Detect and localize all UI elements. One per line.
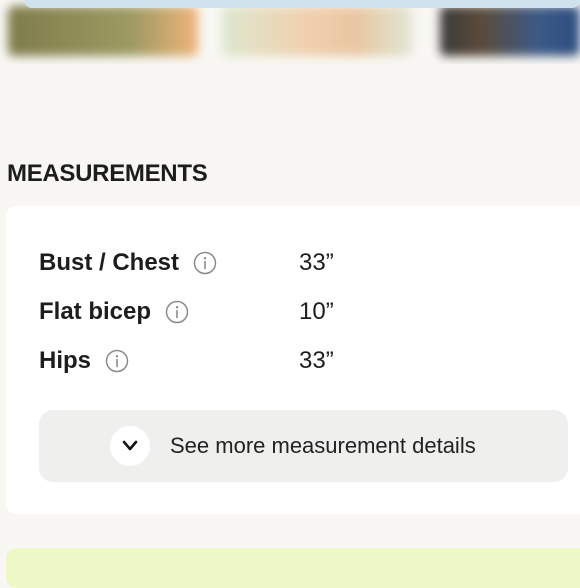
section-title: MEASUREMENTS <box>7 160 208 187</box>
see-more-measurements-button[interactable]: See more measurement details <box>39 410 568 482</box>
measurement-value: 10” <box>299 298 334 325</box>
measurement-row-hips: Hips <box>39 345 129 377</box>
measurement-value: 33” <box>299 249 334 276</box>
measurement-label: Flat bicep <box>39 298 152 325</box>
measurement-label: Bust / Chest <box>39 249 180 276</box>
measurement-value: 33” <box>299 347 334 374</box>
top-banner <box>24 0 580 8</box>
see-more-label: See more measurement details <box>170 433 476 458</box>
product-photo-thumbnail[interactable] <box>8 6 198 56</box>
measurement-label: Hips <box>39 347 92 374</box>
info-icon[interactable] <box>165 300 189 324</box>
measurement-row-flat-bicep: Flat bicep <box>39 296 189 328</box>
product-photo-thumbnail[interactable] <box>440 6 580 56</box>
chevron-down-icon <box>110 426 150 466</box>
product-photo-thumbnail[interactable] <box>222 6 412 56</box>
next-section-card <box>6 548 580 588</box>
photo-carousel <box>0 0 580 64</box>
info-icon[interactable] <box>105 349 129 373</box>
info-icon[interactable] <box>193 251 217 275</box>
measurement-row-bust: Bust / Chest <box>39 247 217 279</box>
